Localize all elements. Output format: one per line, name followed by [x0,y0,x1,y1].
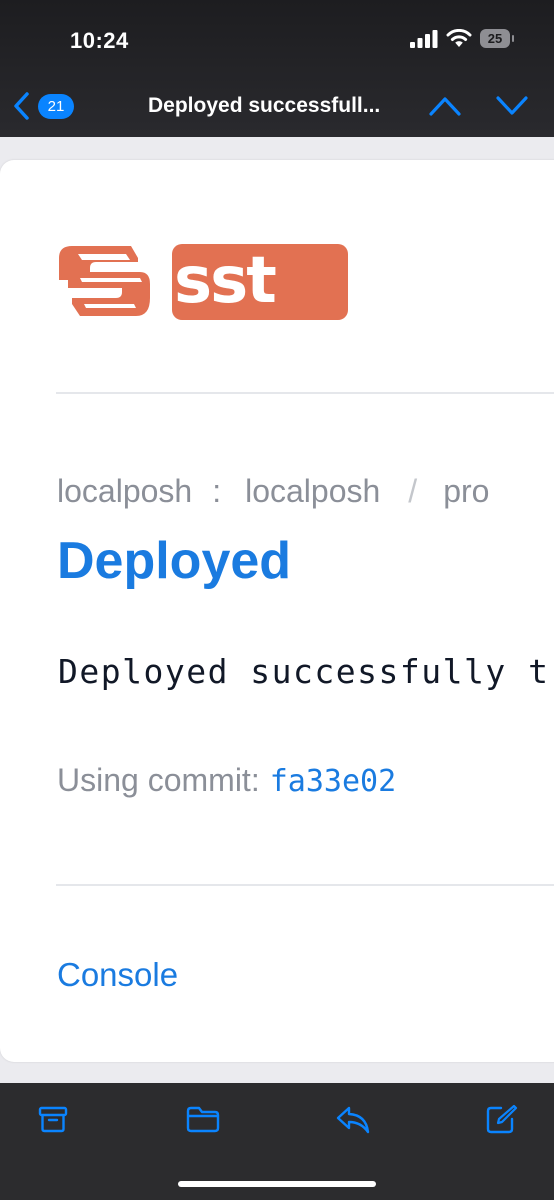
footer-divider [56,884,554,886]
sst-logo-mark [59,246,150,316]
sst-logo-wordmark: sst [172,244,348,320]
status-indicators: 25 [410,29,514,48]
logo-wordmark-text: sst [174,244,276,318]
unread-count-badge: 21 [38,93,74,119]
status-time: 10:24 [70,28,129,53]
console-link[interactable]: Console [57,956,178,994]
commit-line: Using commit: fa33e02 [57,762,396,799]
breadcrumb-stage: pro [443,473,490,509]
header-divider [56,392,554,394]
move-to-folder-button[interactable] [185,1103,221,1140]
breadcrumb: localposh : localposh / pro [57,473,489,510]
folder-icon [186,1106,220,1133]
breadcrumb-org: localposh [57,473,193,509]
reply-button[interactable] [335,1103,371,1140]
breadcrumb-slash: / [408,473,418,509]
top-bar: 10:24 25 21 Deployed successfull... [0,0,554,137]
compose-button[interactable] [485,1103,519,1140]
breadcrumb-app: localposh [245,473,381,509]
status-heading: Deployed [57,532,292,590]
archive-icon [38,1106,68,1133]
reply-icon [336,1106,370,1134]
commit-hash-link[interactable]: fa33e02 [270,764,396,799]
back-button[interactable]: 21 [12,91,74,121]
commit-label: Using commit: [57,762,260,798]
chevron-left-icon [14,92,29,120]
breadcrumb-separator: : [212,473,222,509]
archive-button[interactable] [37,1103,69,1140]
home-indicator [178,1181,376,1187]
battery-icon: 25 [480,29,514,48]
message-subject-title: Deployed successfull... [148,94,381,117]
compose-icon [486,1104,518,1134]
wifi-icon [446,29,472,47]
sst-logo: sst [56,232,348,327]
chevron-up-icon [429,97,461,116]
previous-message-button[interactable] [428,93,462,124]
deploy-message: Deployed successfully t [58,652,550,691]
next-message-button[interactable] [495,93,529,124]
chevron-down-icon [496,96,528,115]
cellular-signal-icon [410,29,438,48]
